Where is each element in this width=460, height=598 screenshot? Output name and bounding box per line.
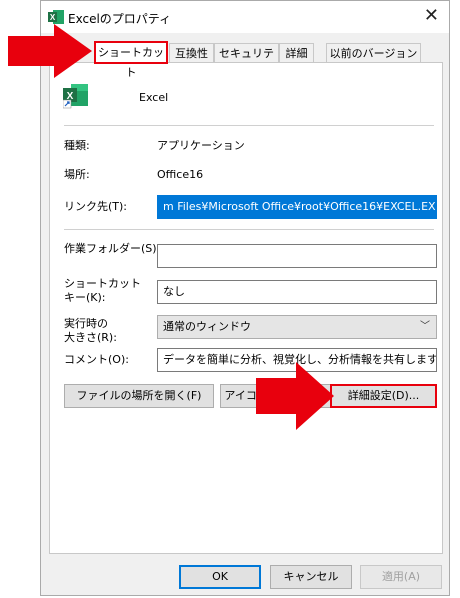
- separator: [64, 125, 434, 126]
- comment-label: コメント(O):: [64, 353, 129, 366]
- title-bar: X Excelのプロパティ ✕: [41, 1, 449, 33]
- open-file-location-button[interactable]: ファイルの場所を開く(F): [64, 384, 214, 408]
- chevron-down-icon: ﹀: [420, 321, 430, 332]
- apply-button[interactable]: 適用(A): [360, 565, 442, 589]
- shortcut-key-label-2: キー(K):: [64, 291, 106, 304]
- properties-dialog: X Excelのプロパティ ✕ ショートカット 互換性 セキュリティ 詳細 以前…: [40, 0, 450, 596]
- tab-details[interactable]: 詳細: [279, 43, 314, 63]
- svg-text:X: X: [50, 13, 56, 22]
- run-size-select[interactable]: 通常のウィンドウ ﹀: [157, 315, 437, 339]
- tab-previous-versions[interactable]: 以前のバージョン: [326, 43, 421, 63]
- advanced-button[interactable]: 詳細設定(D)...: [330, 384, 437, 408]
- ok-button[interactable]: OK: [179, 565, 261, 589]
- shortcut-panel: X Excel 種類: アプリケーション 場所: Office16 リンク先(T…: [49, 62, 443, 554]
- location-value: Office16: [157, 168, 204, 181]
- shortcut-key-label-1: ショートカット: [64, 277, 141, 290]
- run-label-2: 大きさ(R):: [64, 331, 117, 344]
- run-label-1: 実行時の: [64, 317, 108, 330]
- target-label: リンク先(T):: [64, 200, 128, 213]
- tab-shortcut[interactable]: ショートカット: [94, 41, 168, 79]
- excel-shortcut-icon: X: [63, 84, 88, 109]
- close-icon[interactable]: ✕: [424, 5, 439, 27]
- red-arrow-icon: [256, 362, 334, 430]
- red-arrow-icon: [8, 24, 92, 78]
- tab-compatibility[interactable]: 互換性: [169, 43, 214, 63]
- run-size-value: 通常のウィンドウ: [163, 320, 251, 333]
- cancel-button[interactable]: キャンセル: [270, 565, 352, 589]
- tab-strip: ショートカット 互換性 セキュリティ 詳細 以前のバージョン: [41, 41, 449, 79]
- tab-security[interactable]: セキュリティ: [214, 43, 279, 79]
- startin-label: 作業フォルダー(S):: [64, 242, 161, 255]
- target-field[interactable]: m Files¥Microsoft Office¥root¥Office16¥E…: [157, 195, 437, 219]
- shortcut-key-field[interactable]: なし: [157, 280, 437, 304]
- type-label: 種類:: [64, 139, 90, 152]
- separator: [64, 229, 434, 230]
- startin-field[interactable]: [157, 244, 437, 268]
- type-value: アプリケーション: [157, 139, 245, 152]
- app-name: Excel: [139, 91, 169, 104]
- location-label: 場所:: [64, 168, 90, 181]
